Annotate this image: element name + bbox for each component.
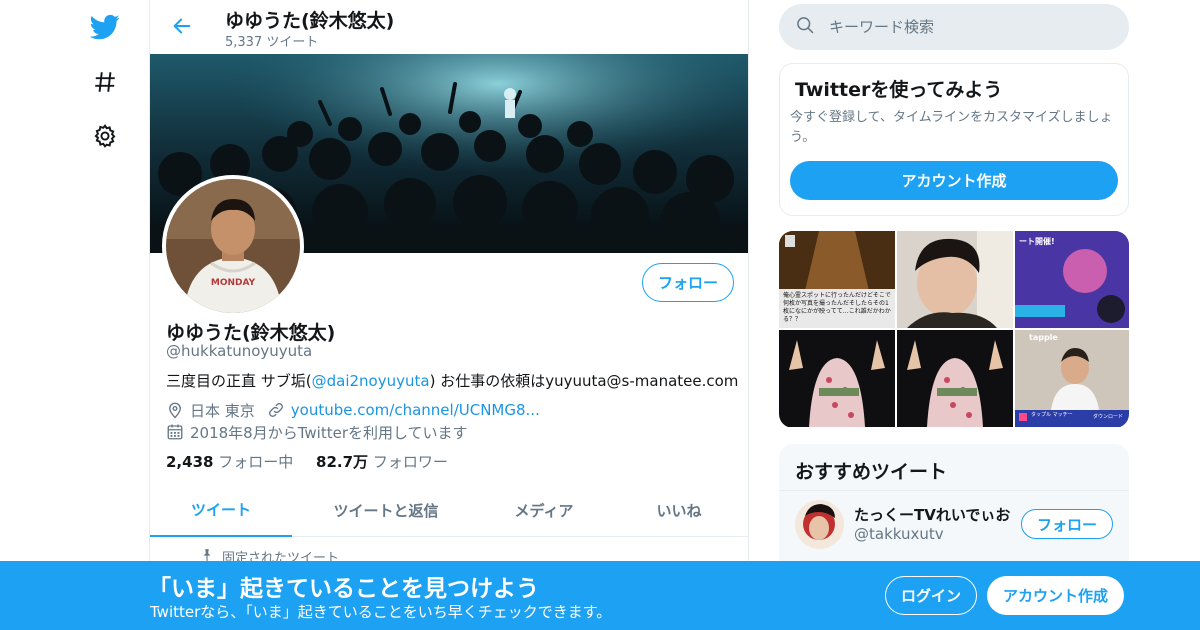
gear-icon[interactable] xyxy=(88,119,122,153)
signup-card-description: 今すぐ登録して、タイムラインをカスタマイズしましょう。 xyxy=(790,110,1113,145)
tab-tweets-and-replies[interactable]: ツイートと返信 xyxy=(292,484,480,537)
profile-tabs: ツイート ツイートと返信 メディア いいね xyxy=(150,484,748,537)
bio-mention-link[interactable]: @dai2noyuyuta xyxy=(312,372,430,390)
login-button[interactable]: ログイン xyxy=(885,576,977,615)
recommended-follow-button[interactable]: フォロー xyxy=(1021,509,1113,539)
bottom-create-account-button[interactable]: アカウント作成 xyxy=(987,576,1124,615)
media-thumb[interactable] xyxy=(897,231,1013,328)
profile-joined-row: 2018年8月からTwitterを利用しています xyxy=(164,421,468,443)
media-thumb-subtext: ダウンロード xyxy=(1093,414,1124,420)
media-thumb-caption: 俺心霊スポットに行ったんだけどそこで何枚か写真を撮ったんだそしたらその1枚になに… xyxy=(783,292,891,323)
recommended-name[interactable]: たっくーTVれいでぃお xyxy=(854,504,1010,525)
follow-button[interactable]: フォロー xyxy=(642,263,734,302)
bio-text-suffix: ) お仕事の依頼はyuyuuta@s-manatee.com xyxy=(429,372,739,390)
profile-name: ゆゆうた(鈴木悠太) xyxy=(166,322,336,344)
profile-location: 日本 東京 xyxy=(190,401,255,420)
following-stat[interactable]: 2,438 フォロー中 xyxy=(166,453,293,471)
twitter-logo-icon[interactable] xyxy=(88,10,122,44)
recommended-avatar[interactable] xyxy=(795,500,844,549)
recommended-handle: @takkuxutv xyxy=(854,525,944,543)
media-thumb-caption: ート開催! xyxy=(1019,237,1055,246)
create-account-button[interactable]: アカウント作成 xyxy=(790,161,1118,200)
bottom-bar-title: 「いま」起きていることを見つけよう xyxy=(148,576,539,602)
profile-header-bar: ゆゆうた(鈴木悠太) 5,337 ツイート xyxy=(150,0,748,54)
header-tweet-count: 5,337 ツイート xyxy=(225,35,319,50)
back-arrow-icon[interactable] xyxy=(168,12,196,40)
following-label: フォロー中 xyxy=(218,453,294,471)
profile-website-link[interactable]: youtube.com/channel/UCNMG8... xyxy=(291,401,540,419)
calendar-icon xyxy=(164,421,186,443)
media-thumb[interactable] xyxy=(779,330,895,427)
tab-media[interactable]: メディア xyxy=(480,484,608,537)
bottom-signup-bar: 「いま」起きていることを見つけよう Twitterなら、「いま」起きていることを… xyxy=(0,561,1200,630)
profile-column: ゆゆうた(鈴木悠太) 5,337 ツイート MONDAY フォロー ゆゆうた(鈴… xyxy=(149,0,749,630)
profile-joined-date: 2018年8月からTwitterを利用しています xyxy=(190,423,468,442)
avatar-shirt-text: MONDAY xyxy=(211,278,256,288)
media-thumb[interactable]: 俺心霊スポットに行ったんだけどそこで何枚か写真を撮ったんだそしたらその1枚になに… xyxy=(779,231,895,328)
recommended-title: おすすめツイート xyxy=(795,461,948,483)
bio-text-prefix: 三度目の正直 サブ垢( xyxy=(166,372,312,390)
media-gallery: 俺心霊スポットに行ったんだけどそこで何枚か写真を撮ったんだそしたらその1枚になに… xyxy=(779,231,1129,428)
tab-tweets[interactable]: ツイート xyxy=(150,484,292,537)
search-input[interactable] xyxy=(829,18,1109,36)
media-thumb-caption: tapple xyxy=(1029,333,1058,342)
search-icon xyxy=(795,15,815,39)
profile-meta-row: 日本 東京 youtube.com/channel/UCNMG8... xyxy=(164,399,540,421)
hashtag-icon[interactable] xyxy=(88,65,122,99)
followers-label: フォロワー xyxy=(372,453,448,471)
profile-handle: @hukkatunoyuyuta xyxy=(166,342,313,360)
followers-stat[interactable]: 82.7万 フォロワー xyxy=(316,453,448,471)
media-thumb[interactable]: tapple タップル マッチー ダウンロード xyxy=(1015,330,1129,427)
search-box[interactable] xyxy=(779,4,1129,50)
link-icon xyxy=(265,399,287,421)
following-count: 2,438 xyxy=(166,453,214,471)
profile-stats: 2,438 フォロー中 82.7万 フォロワー xyxy=(166,451,448,472)
bottom-bar-subtitle: Twitterなら、「いま」起きていることをいち早くチェックできます。 xyxy=(150,603,612,621)
tab-likes[interactable]: いいね xyxy=(608,484,748,537)
profile-bio: 三度目の正直 サブ垢(@dai2noyuyuta) お仕事の依頼はyuyuuta… xyxy=(166,370,738,391)
divider xyxy=(779,490,1129,491)
header-name: ゆゆうた(鈴木悠太) xyxy=(225,10,395,32)
signup-card-title: Twitterを使ってみよう xyxy=(795,79,1003,101)
media-thumb[interactable] xyxy=(897,330,1013,427)
media-thumb[interactable]: ート開催! xyxy=(1015,231,1129,328)
location-pin-icon xyxy=(164,399,186,421)
media-thumb-subtext: タップル マッチー xyxy=(1031,412,1073,418)
followers-count: 82.7万 xyxy=(316,453,369,471)
profile-avatar[interactable]: MONDAY xyxy=(162,175,304,317)
signup-card: Twitterを使ってみよう 今すぐ登録して、タイムラインをカスタマイズしましょ… xyxy=(779,63,1129,216)
left-nav xyxy=(0,0,150,630)
